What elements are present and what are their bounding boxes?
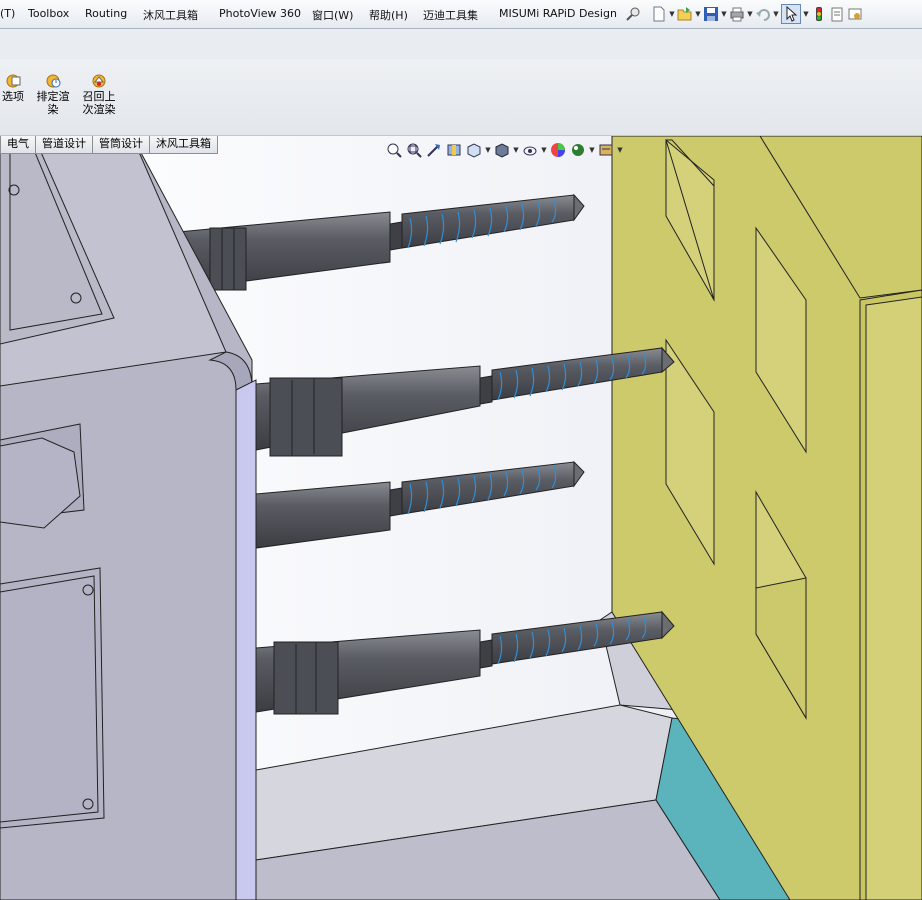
- schedule-render-icon: [44, 73, 62, 89]
- options-icon[interactable]: [847, 6, 863, 22]
- hide-show-dropdown-icon[interactable]: ▼: [540, 146, 548, 154]
- print-icon[interactable]: [729, 6, 745, 22]
- new-document-icon[interactable]: [651, 6, 667, 22]
- undo-icon[interactable]: [755, 6, 771, 22]
- menu-routing[interactable]: Routing: [85, 7, 127, 20]
- schedule-render-button[interactable]: 排定渲染: [34, 73, 72, 116]
- recall-render-label: 召回上次渲染: [82, 90, 116, 116]
- menu-maidi-tools[interactable]: 迈迪工具集: [423, 7, 478, 23]
- tab-mufeng-toolbox[interactable]: 沐风工具箱: [149, 136, 218, 154]
- tab-tubing[interactable]: 管筒设计: [92, 136, 150, 154]
- menu-tools[interactable]: (T): [0, 7, 15, 20]
- display-style-icon[interactable]: [494, 142, 510, 158]
- hide-show-items-icon[interactable]: [522, 142, 538, 158]
- open-folder-icon[interactable]: [677, 6, 693, 22]
- apply-scene-dropdown-icon[interactable]: ▼: [588, 146, 596, 154]
- undo-dropdown-icon[interactable]: ▼: [772, 10, 780, 18]
- quick-access-toolbar: ▼ ▼ ▼ ▼ ▼ ▼: [624, 4, 864, 24]
- view-orientation-dropdown-icon[interactable]: ▼: [484, 146, 492, 154]
- tab-electrical[interactable]: 电气: [0, 136, 36, 154]
- cad-model-view: [0, 136, 922, 900]
- schedule-render-label: 排定渲染: [36, 90, 70, 116]
- previous-view-icon[interactable]: [426, 142, 442, 158]
- graphics-viewport[interactable]: [0, 136, 922, 900]
- menu-photoview[interactable]: PhotoView 360: [219, 7, 301, 20]
- menu-misumi[interactable]: MISUMi RAPiD Design: [499, 7, 617, 20]
- traffic-light-icon[interactable]: [811, 6, 827, 22]
- menu-mufeng-toolbox[interactable]: 沐风工具箱: [143, 7, 198, 23]
- zoom-to-area-icon[interactable]: [406, 142, 422, 158]
- select-dropdown-icon[interactable]: ▼: [802, 10, 810, 18]
- view-settings-dropdown-icon[interactable]: ▼: [616, 146, 624, 154]
- view-settings-icon[interactable]: [598, 142, 614, 158]
- view-orientation-icon[interactable]: [466, 142, 482, 158]
- options-label: 选项: [2, 90, 24, 103]
- recall-render-icon: [90, 73, 108, 89]
- file-properties-icon[interactable]: [829, 6, 845, 22]
- menu-bar: (T) Toolbox Routing 沐风工具箱 PhotoView 360 …: [0, 0, 922, 29]
- display-style-dropdown-icon[interactable]: ▼: [512, 146, 520, 154]
- print-dropdown-icon[interactable]: ▼: [746, 10, 754, 18]
- command-tabs: 电气 管道设计 管筒设计 沐风工具箱: [0, 136, 218, 154]
- recall-last-render-button[interactable]: 召回上次渲染: [80, 73, 118, 116]
- zoom-to-fit-icon[interactable]: [386, 142, 402, 158]
- section-view-icon[interactable]: [446, 142, 462, 158]
- menu-window[interactable]: 窗口(W): [312, 7, 353, 23]
- render-options-icon: [4, 73, 22, 89]
- menu-help[interactable]: 帮助(H): [369, 7, 408, 23]
- open-dropdown-icon[interactable]: ▼: [694, 10, 702, 18]
- menu-toolbox[interactable]: Toolbox: [28, 7, 69, 20]
- command-manager: 选项 排定渲染 召回上次渲染: [0, 29, 922, 136]
- heads-up-view-toolbar: ▼ ▼ ▼ ▼ ▼: [384, 140, 624, 160]
- edit-appearance-icon[interactable]: [550, 142, 566, 158]
- apply-scene-icon[interactable]: [570, 142, 586, 158]
- options-button[interactable]: 选项: [0, 73, 26, 103]
- save-dropdown-icon[interactable]: ▼: [720, 10, 728, 18]
- new-dropdown-icon[interactable]: ▼: [668, 10, 676, 18]
- pin-icon[interactable]: [625, 6, 641, 22]
- select-pointer-icon[interactable]: [781, 4, 801, 24]
- tab-piping[interactable]: 管道设计: [35, 136, 93, 154]
- save-icon[interactable]: [703, 6, 719, 22]
